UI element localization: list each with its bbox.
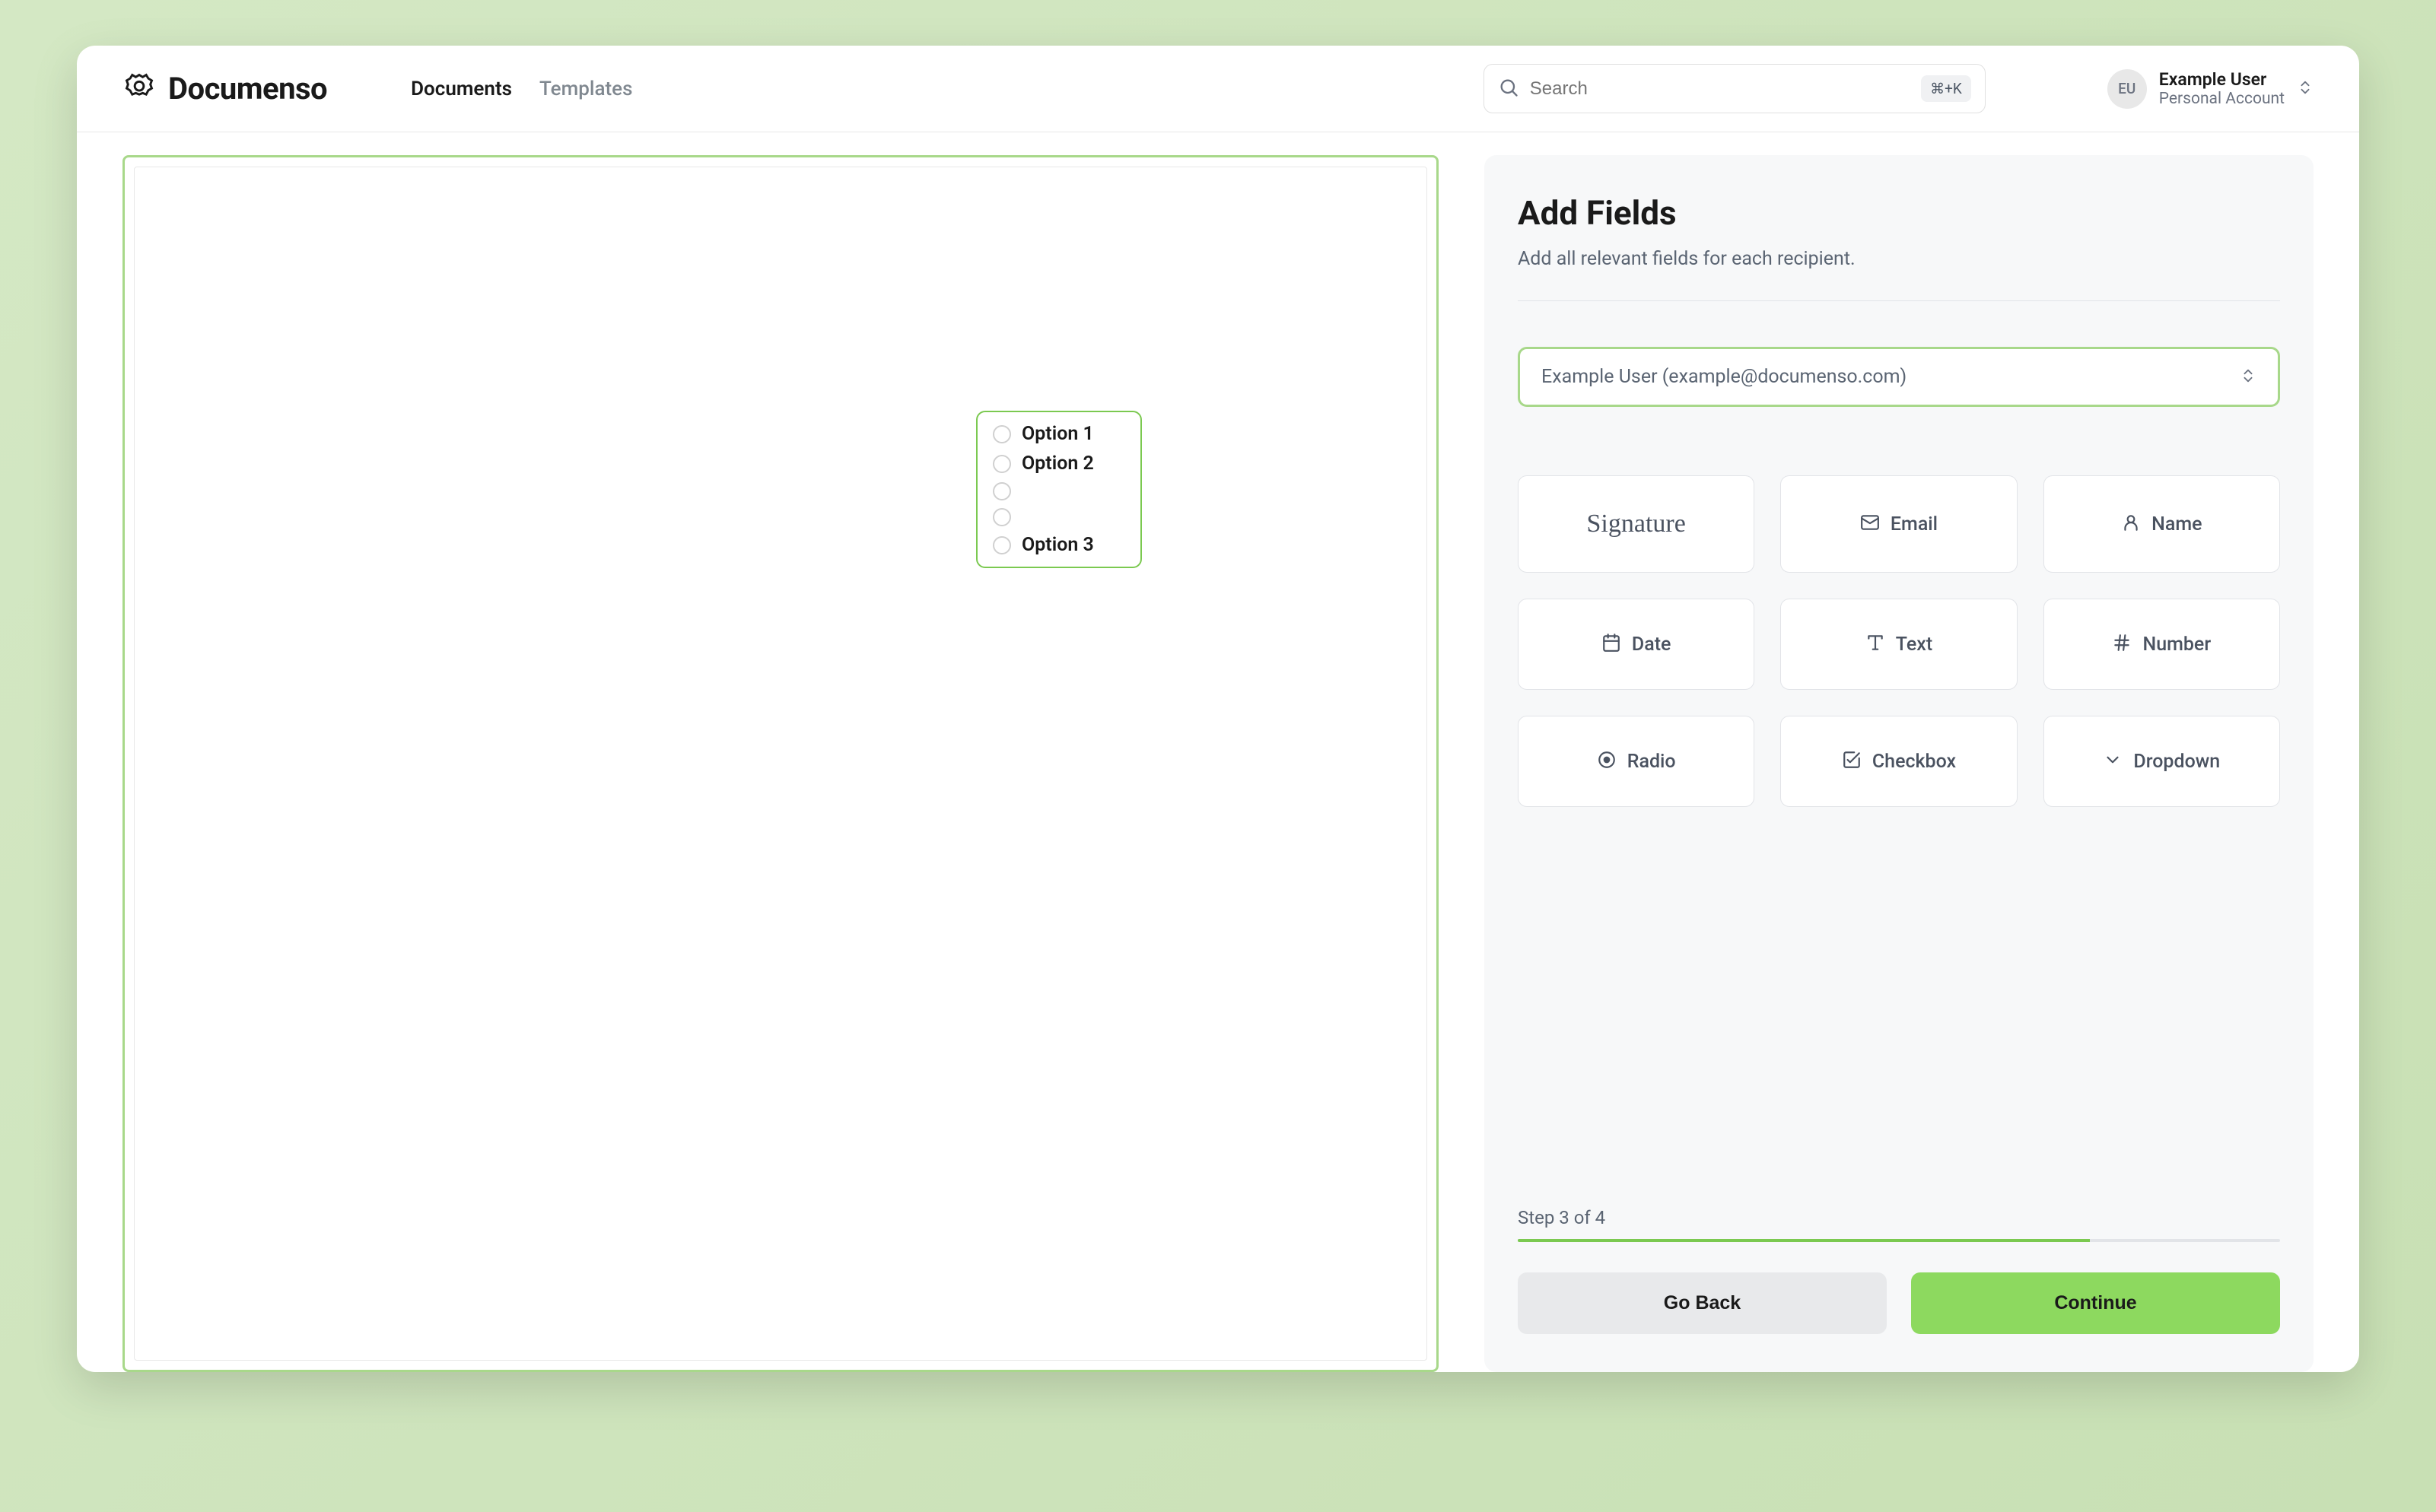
calendar-icon	[1601, 633, 1621, 656]
chevrons-up-down-icon	[2297, 79, 2314, 99]
field-label: Signature	[1587, 510, 1686, 538]
field-name[interactable]: Name	[2043, 475, 2280, 573]
radio-circle-icon	[993, 455, 1011, 473]
continue-button[interactable]: Continue	[1911, 1272, 2280, 1334]
recipient-text: Example User (example@documenso.com)	[1541, 366, 1907, 388]
radio-field-placed[interactable]: Option 1 Option 2	[976, 411, 1142, 568]
field-date[interactable]: Date	[1518, 599, 1754, 690]
logo-icon	[122, 71, 156, 107]
radio-icon	[1597, 750, 1617, 773]
nav: Documents Templates	[411, 78, 632, 100]
header: Documenso Documents Templates ⌘+K EU Exa…	[77, 46, 2359, 132]
radio-option[interactable]: Option 1	[993, 423, 1125, 445]
field-label: Checkbox	[1872, 751, 1956, 773]
field-grid: Signature Email Na	[1518, 475, 2280, 807]
app-window: Documenso Documents Templates ⌘+K EU Exa…	[77, 46, 2359, 1372]
panel-title: Add Fields	[1518, 193, 2280, 233]
radio-label: Option 2	[1022, 453, 1094, 475]
recipient-select[interactable]: Example User (example@documenso.com)	[1518, 347, 2280, 407]
document-preview[interactable]: Option 1 Option 2	[122, 155, 1439, 1372]
field-label: Number	[2142, 634, 2211, 656]
field-label: Radio	[1627, 751, 1676, 773]
user-icon	[2121, 513, 2141, 535]
search-shortcut: ⌘+K	[1921, 75, 1971, 102]
radio-label: Option 3	[1022, 534, 1094, 556]
field-checkbox[interactable]: Checkbox	[1780, 716, 2017, 807]
field-label: Email	[1891, 513, 1938, 535]
field-label: Name	[2151, 513, 2202, 535]
hash-icon	[2112, 633, 2132, 656]
brand-name: Documenso	[168, 71, 327, 106]
radio-option[interactable]	[993, 508, 1125, 526]
user-info: Example User Personal Account	[2159, 69, 2285, 108]
document-page: Option 1 Option 2	[134, 167, 1427, 1361]
field-dropdown[interactable]: Dropdown	[2043, 716, 2280, 807]
radio-circle-icon	[993, 536, 1011, 554]
field-label: Dropdown	[2133, 751, 2220, 773]
field-label: Date	[1632, 634, 1671, 656]
chevron-down-icon	[2103, 750, 2123, 773]
go-back-button[interactable]: Go Back	[1518, 1272, 1887, 1334]
field-label: Text	[1896, 634, 1932, 656]
checkbox-icon	[1842, 750, 1862, 773]
search-icon	[1498, 77, 1519, 101]
field-text[interactable]: Text	[1780, 599, 2017, 690]
progress-bar	[1518, 1239, 2280, 1242]
radio-circle-icon	[993, 482, 1011, 500]
field-email[interactable]: Email	[1780, 475, 2017, 573]
main-content: Option 1 Option 2	[77, 132, 2359, 1372]
field-radio[interactable]: Radio	[1518, 716, 1754, 807]
user-menu[interactable]: EU Example User Personal Account	[2107, 69, 2314, 109]
step-indicator: Step 3 of 4	[1518, 1207, 2280, 1228]
radio-circle-icon	[993, 425, 1011, 443]
search-input[interactable]	[1530, 78, 1910, 100]
side-panel: Add Fields Add all relevant fields for e…	[1484, 155, 2314, 1372]
field-signature[interactable]: Signature	[1518, 475, 1754, 573]
search-box[interactable]: ⌘+K	[1484, 64, 1986, 113]
avatar: EU	[2107, 69, 2147, 109]
radio-option[interactable]: Option 3	[993, 534, 1125, 556]
mail-icon	[1860, 513, 1880, 535]
radio-option[interactable]: Option 2	[993, 453, 1125, 475]
nav-templates[interactable]: Templates	[539, 78, 632, 100]
radio-label: Option 1	[1022, 423, 1094, 445]
type-icon	[1865, 633, 1885, 656]
user-name: Example User	[2159, 69, 2285, 90]
progress-fill	[1518, 1239, 2090, 1242]
user-subtitle: Personal Account	[2159, 90, 2285, 108]
field-number[interactable]: Number	[2043, 599, 2280, 690]
panel-subtitle: Add all relevant fields for each recipie…	[1518, 248, 2280, 270]
logo[interactable]: Documenso	[122, 71, 327, 107]
divider	[1518, 300, 2280, 301]
radio-option[interactable]	[993, 482, 1125, 500]
chevrons-up-down-icon	[2240, 367, 2256, 387]
radio-circle-icon	[993, 508, 1011, 526]
button-row: Go Back Continue	[1518, 1272, 2280, 1334]
nav-documents[interactable]: Documents	[411, 78, 512, 100]
